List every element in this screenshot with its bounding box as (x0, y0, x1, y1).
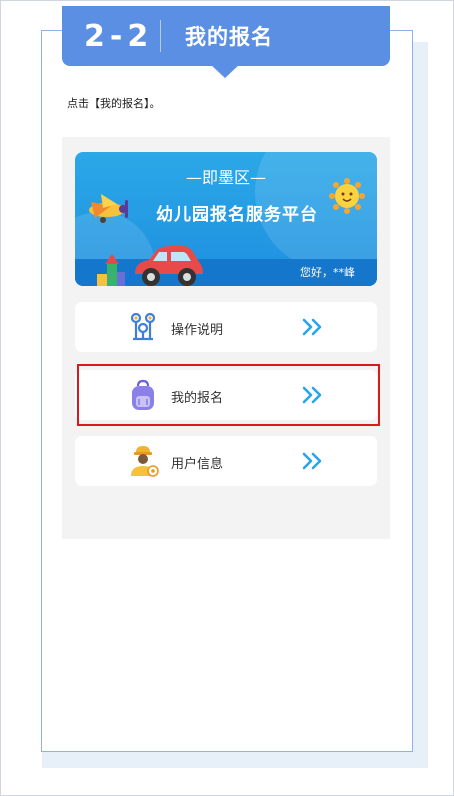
step-number: 2-2 (84, 18, 154, 54)
menu-item-user-info[interactable]: 用户信息 (75, 436, 377, 486)
building-blocks-icon (97, 254, 125, 286)
step-header-pointer (210, 64, 240, 78)
menu-item-label: 操作说明 (171, 323, 224, 338)
sun-icon (329, 178, 365, 214)
phone-screen: —即墨区— 幼儿园报名服务平台 您好，**峰 操作说明 我的报名 用户信息 (62, 137, 390, 539)
step-title: 我的报名 (185, 25, 273, 49)
chevron-double-right-icon (302, 318, 322, 336)
menu-item-operation-guide[interactable]: 操作说明 (75, 302, 377, 352)
step-header: 2-2 我的报名 (62, 6, 390, 66)
platform-banner: —即墨区— 幼儿园报名服务平台 您好，**峰 (75, 152, 377, 286)
step-divider (160, 20, 161, 52)
user-info-icon (131, 446, 159, 477)
highlight-annotation (77, 364, 380, 426)
toy-car-icon (135, 246, 203, 286)
operation-guide-icon (130, 312, 156, 341)
instruction-text: 点击【我的报名】。 (67, 97, 161, 110)
user-greeting: 您好，**峰 (300, 266, 355, 279)
menu-item-label: 用户信息 (171, 457, 224, 472)
chevron-double-right-icon (302, 452, 322, 470)
